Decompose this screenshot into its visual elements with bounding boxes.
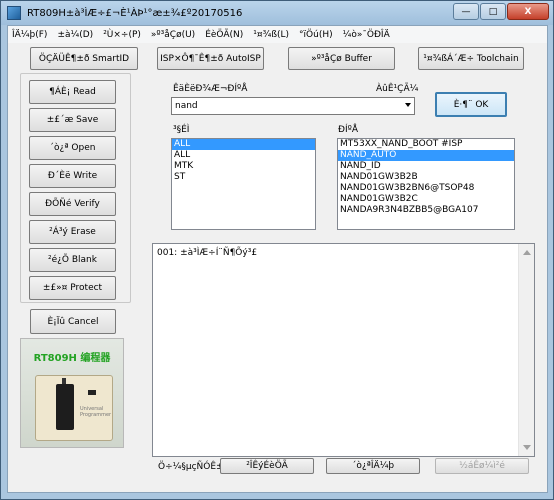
chip-item[interactable]: MT53XX_NAND_BOOT #ISP — [338, 139, 514, 150]
dropdown-arrow-icon[interactable] — [405, 103, 411, 107]
read-button[interactable]: ¶ÁÈ¡ Read — [29, 80, 116, 104]
status-label: Ö÷¼§µçÑÓÊ± — [158, 462, 224, 472]
client-area: ÎÄ¼þ(F) ±à¼­(D) ²Ù×÷(P) »º³åÇø(U) ÉèÖÃ(N… — [7, 25, 548, 493]
chip-model-list[interactable]: MT53XX_NAND_BOOT #ISP NAND_AUTO NAND_ID … — [337, 138, 515, 230]
zif-socket — [56, 384, 74, 430]
manufacturer-item[interactable]: ST — [172, 172, 315, 183]
log-scrollbar[interactable] — [518, 244, 534, 456]
minimize-button[interactable]: — — [453, 3, 479, 20]
chip-item[interactable]: NAND01GW3B2B — [338, 172, 514, 183]
blank-button[interactable]: ²é¿Õ Blank — [29, 248, 116, 272]
save-button[interactable]: ±£´æ Save — [29, 108, 116, 132]
app-icon — [7, 6, 21, 20]
chip-item[interactable]: NAND_ID — [338, 161, 514, 172]
programmer-image: RT809H 编程器 Universal Programmer — [20, 338, 124, 448]
menu-operation[interactable]: ²Ù×÷(P) — [99, 30, 147, 40]
autoisp-button[interactable]: ISP×Ô¶¯Ê¶±ð AutoISP — [157, 47, 264, 70]
manufacturer-list[interactable]: ALL ALL MTK ST — [171, 138, 316, 230]
title-bar: RT809H±à³ÌÆ÷£¬È¹ÀÞ¹°æ±¾£º20170516 — □ X — [1, 1, 553, 25]
chip-model-label: ÐÍºÅ — [338, 125, 359, 135]
menu-tools[interactable]: ¹¤¾ß(L) — [249, 30, 295, 40]
log-output[interactable]: 001: ±à³ÌÆ÷Í¨Ñ¶Õý³£ — [152, 243, 535, 457]
device-caption: RT809H 编程器 — [33, 353, 111, 364]
manufacturer-label: ³§ÉÌ — [173, 125, 190, 135]
scroll-down-icon[interactable] — [523, 445, 531, 450]
menu-file[interactable]: ÎÄ¼þ(F) — [8, 30, 53, 40]
device-brand: Universal Programmer — [80, 406, 112, 418]
chip-item[interactable]: NAND_AUTO — [338, 150, 514, 161]
chip-search-value: nand — [175, 101, 198, 111]
open-file-button[interactable]: ´ò¿ªÎÄ¼þ — [326, 458, 420, 474]
protect-button[interactable]: ±£»¤ Protect — [29, 276, 116, 300]
menu-buffer[interactable]: »º³åÇø(U) — [147, 30, 201, 40]
toolchain-button[interactable]: ¹¤¾ßÁ´Æ÷ Toolchain — [418, 47, 524, 70]
parameters-button[interactable]: ²ÎÊýÉèÖÃ — [220, 458, 314, 474]
cancel-button[interactable]: È¡Ïû Cancel — [30, 309, 116, 334]
menu-language[interactable]: ¼ò»¯ÖÐÎÄ — [339, 30, 396, 40]
menu-edit[interactable]: ±à¼­(D) — [53, 30, 99, 40]
maximize-button[interactable]: □ — [480, 3, 506, 20]
window-title: RT809H±à³ÌÆ÷£¬È¹ÀÞ¹°æ±¾£º20170516 — [27, 7, 243, 19]
chip-search-input[interactable]: nand — [171, 97, 415, 115]
scroll-up-icon[interactable] — [523, 250, 531, 255]
menu-help[interactable]: °ïÖú(H) — [295, 30, 339, 40]
write-button[interactable]: Ð´Èë Write — [29, 164, 116, 188]
smartid-button[interactable]: ÖÇÄÜÊ¶±ð SmartID — [30, 47, 138, 70]
manufacturer-item[interactable]: ALL — [172, 139, 315, 150]
chip-item[interactable]: NAND01GW3B2C — [338, 194, 514, 205]
ok-button[interactable]: È·¶¨ OK — [435, 92, 507, 117]
buffer-button[interactable]: »º³åÇø Buffer — [288, 47, 395, 70]
search-label: ÊäÈëÐ¾Æ¬ÐÍºÅ — [173, 84, 248, 94]
menu-settings[interactable]: ÉèÖÃ(N) — [201, 30, 249, 40]
device-body: Universal Programmer — [35, 375, 113, 441]
log-line: 001: ±à³ÌÆ÷Í¨Ñ¶Õý³£ — [157, 248, 258, 258]
chip-item[interactable]: NAND01GW3B2BN6@TSOP48 — [338, 183, 514, 194]
window-controls: — □ X — [452, 3, 549, 20]
close-button[interactable]: X — [507, 3, 549, 20]
menu-bar: ÎÄ¼þ(F) ±à¼­(D) ²Ù×÷(P) »º³åÇø(U) ÉèÖÃ(N… — [8, 26, 547, 43]
open-button[interactable]: ´ò¿ª Open — [29, 136, 116, 160]
chip-item[interactable]: NANDA9R3N4BZBB5@BGA107 — [338, 205, 514, 216]
device-led — [88, 390, 96, 395]
count-label: ÀûÊ¹ÇÃ¼ — [376, 84, 419, 94]
end-check-button: ½áÊø¼ì²é — [435, 458, 529, 474]
manufacturer-item[interactable]: MTK — [172, 161, 315, 172]
manufacturer-item[interactable]: ALL — [172, 150, 315, 161]
main-window: RT809H±à³ÌÆ÷£¬È¹ÀÞ¹°æ±¾£º20170516 — □ X … — [0, 0, 554, 500]
verify-button[interactable]: ÐÕÑé Verify — [29, 192, 116, 216]
erase-button[interactable]: ²Á³ý Erase — [29, 220, 116, 244]
